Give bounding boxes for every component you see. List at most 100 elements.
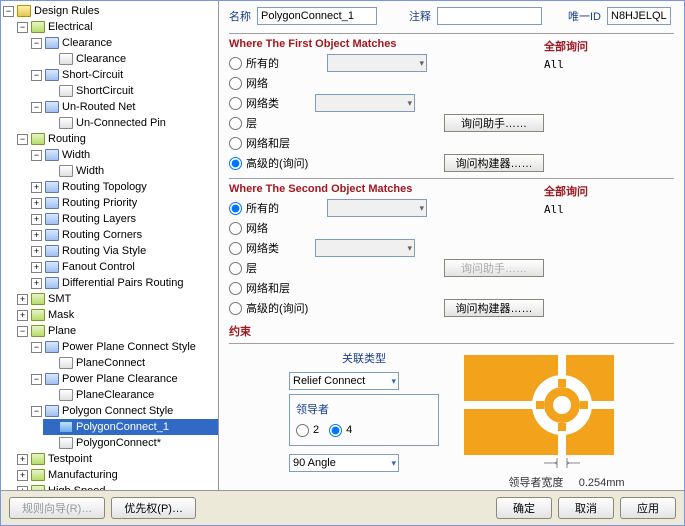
match2-net-radio[interactable]	[229, 222, 242, 235]
collapse-icon[interactable]: −	[31, 374, 42, 385]
tree-hs[interactable]: +High Speed	[15, 483, 218, 490]
tree-electrical[interactable]: −Electrical	[15, 19, 218, 35]
tree-unconnected-rule[interactable]: Un-Connected Pin	[43, 115, 218, 131]
tree-label: PolygonConnect_1	[76, 421, 169, 433]
tree-ppcs-rule[interactable]: PlaneConnect	[43, 355, 218, 371]
tree-plane[interactable]: −Plane	[15, 323, 218, 339]
expand-icon[interactable]: +	[31, 278, 42, 289]
rules-tree[interactable]: −Design Rules −Electrical −Clearance Cle…	[1, 1, 219, 490]
ok-button[interactable]: 确定	[496, 497, 552, 519]
match1-builder-button[interactable]: 询问构建器……	[444, 154, 544, 172]
tree-routing-topology[interactable]: +Routing Topology	[29, 179, 218, 195]
collapse-icon[interactable]: −	[17, 134, 28, 145]
match1-netclass-radio[interactable]	[229, 97, 242, 110]
tree-ppc-group[interactable]: −Power Plane Clearance	[29, 371, 218, 387]
collapse-icon[interactable]: −	[31, 38, 42, 49]
match2-netlayer-radio[interactable]	[229, 282, 242, 295]
tree-ppcs-group[interactable]: − Power Plane Connect Style	[29, 339, 218, 355]
comment-input[interactable]	[437, 7, 542, 25]
radio-label: 网络	[246, 220, 268, 236]
expand-icon[interactable]: +	[31, 182, 42, 193]
collapse-icon[interactable]: −	[31, 342, 42, 353]
tree-label: Mask	[48, 309, 74, 321]
match1-layer-radio[interactable]	[229, 117, 242, 130]
tree-label: Un-Connected Pin	[76, 117, 166, 129]
match1-helper-button[interactable]: 询问助手……	[444, 114, 544, 132]
collapse-icon[interactable]: −	[31, 406, 42, 417]
tree-mask[interactable]: + Mask	[15, 307, 218, 323]
priority-button[interactable]: 优先权(P)…	[111, 497, 196, 519]
match2-combo1	[327, 199, 427, 217]
match2-all-radio[interactable]	[229, 202, 242, 215]
collapse-icon[interactable]: −	[17, 22, 28, 33]
match1-net-radio[interactable]	[229, 77, 242, 90]
expand-icon[interactable]: +	[31, 230, 42, 241]
rule-icon	[59, 165, 73, 177]
tree-routing-via[interactable]: + Routing Via Style	[29, 243, 218, 259]
match1-netlayer-radio[interactable]	[229, 137, 242, 150]
tree-short-rule[interactable]: ShortCircuit	[43, 83, 218, 99]
tree-smt[interactable]: +SMT	[15, 291, 218, 307]
rule-name-input[interactable]	[257, 7, 377, 25]
collapse-icon[interactable]: −	[31, 102, 42, 113]
tree-root[interactable]: −Design Rules	[1, 3, 218, 19]
tree-routing-layers[interactable]: +Routing Layers	[29, 211, 218, 227]
expand-icon[interactable]: +	[31, 214, 42, 225]
angle-select[interactable]: 90 Angle	[289, 454, 399, 472]
cancel-button[interactable]: 取消	[558, 497, 614, 519]
collapse-icon[interactable]: −	[31, 70, 42, 81]
collapse-icon[interactable]: −	[31, 150, 42, 161]
collapse-icon[interactable]: −	[17, 326, 28, 337]
expand-icon[interactable]: +	[17, 294, 28, 305]
conductors-2-radio[interactable]	[296, 424, 309, 437]
category-icon	[31, 309, 45, 321]
expand-icon[interactable]: +	[31, 246, 42, 257]
apply-button[interactable]: 应用	[620, 497, 676, 519]
thermal-relief-preview	[459, 350, 619, 470]
tree-pcs-rule1[interactable]: PolygonConnect_1	[43, 419, 218, 435]
tree-diff[interactable]: +Differential Pairs Routing	[29, 275, 218, 291]
tree-mfg[interactable]: +Manufacturing	[15, 467, 218, 483]
group-icon	[45, 197, 59, 209]
tree-routing-priority[interactable]: +Routing Priority	[29, 195, 218, 211]
tree-routing-corners[interactable]: +Routing Corners	[29, 227, 218, 243]
match2-builder-button[interactable]: 询问构建器……	[444, 299, 544, 317]
match2-title: Where The Second Object Matches	[229, 183, 544, 195]
match2-netclass-radio[interactable]	[229, 242, 242, 255]
match1-all-radio[interactable]	[229, 57, 242, 70]
expand-icon[interactable]: +	[31, 262, 42, 273]
expand-icon[interactable]: +	[31, 198, 42, 209]
tree-fanout[interactable]: +Fanout Control	[29, 259, 218, 275]
category-icon	[31, 325, 45, 337]
tree-testpoint[interactable]: +Testpoint	[15, 451, 218, 467]
match1-advanced-radio[interactable]	[229, 157, 242, 170]
radio-label: 网络类	[246, 240, 279, 256]
tree-width-group[interactable]: − Width	[29, 147, 218, 163]
expand-icon[interactable]: +	[17, 454, 28, 465]
tree-label: Clearance	[76, 53, 126, 65]
tree-pcs-rule2[interactable]: PolygonConnect*	[43, 435, 218, 451]
category-icon	[31, 133, 45, 145]
tree-label: PolygonConnect*	[76, 437, 161, 449]
connect-style-select[interactable]: Relief Connect	[289, 372, 399, 390]
tree-clearance-rule[interactable]: Clearance	[43, 51, 218, 67]
tree-clearance-group[interactable]: −Clearance	[29, 35, 218, 51]
expand-icon[interactable]: +	[17, 470, 28, 481]
match2-helper-button[interactable]: 询问助手……	[444, 259, 544, 277]
group-icon	[45, 277, 59, 289]
tree-label: Routing Via Style	[62, 245, 146, 257]
tree-routing[interactable]: −Routing	[15, 131, 218, 147]
collapse-icon[interactable]: −	[3, 6, 14, 17]
expand-icon[interactable]: +	[17, 310, 28, 321]
tree-pcs-group[interactable]: −Polygon Connect Style	[29, 403, 218, 419]
conductors-4-radio[interactable]	[329, 424, 342, 437]
tree-width-rule[interactable]: Width	[43, 163, 218, 179]
tree-label: Power Plane Connect Style	[62, 341, 196, 353]
tree-ppc-rule[interactable]: PlaneClearance	[43, 387, 218, 403]
tree-label: Width	[62, 149, 90, 161]
tree-unrouted-group[interactable]: −Un-Routed Net	[29, 99, 218, 115]
match1-title: Where The First Object Matches	[229, 38, 544, 50]
match2-layer-radio[interactable]	[229, 262, 242, 275]
match2-advanced-radio[interactable]	[229, 302, 242, 315]
tree-short-group[interactable]: −Short-Circuit	[29, 67, 218, 83]
